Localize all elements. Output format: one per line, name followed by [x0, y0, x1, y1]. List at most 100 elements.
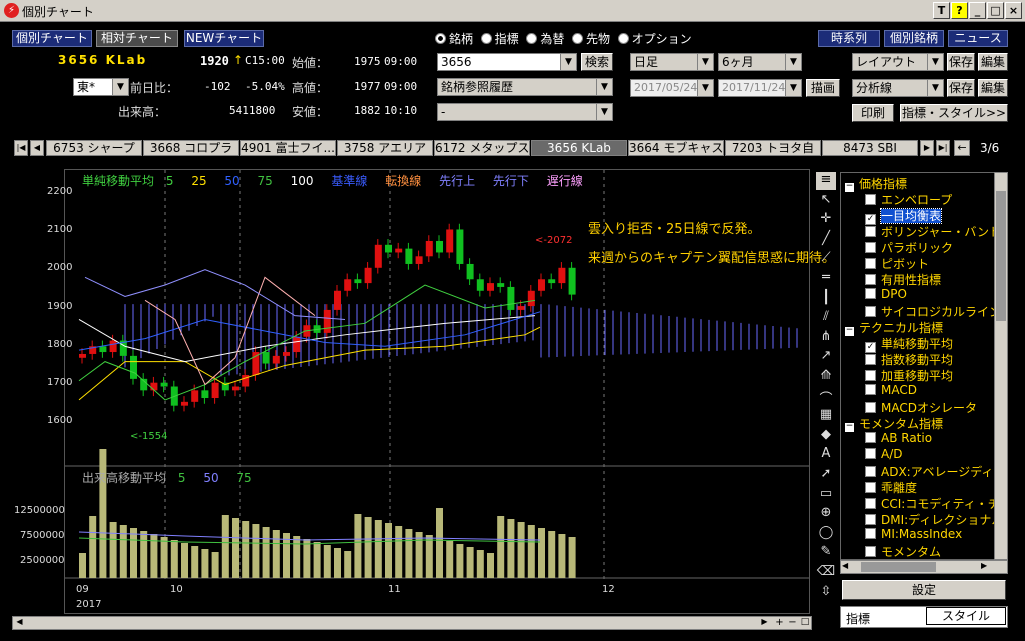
settings-button[interactable]: 設定: [842, 580, 1006, 600]
tab-individual-chart[interactable]: 個別チャート: [12, 30, 92, 47]
rect-tool-icon[interactable]: ▭: [816, 486, 836, 504]
tree-item[interactable]: CCI:コモディティ・チャ: [865, 495, 1007, 511]
checkbox[interactable]: [865, 226, 876, 237]
channel-tool-icon[interactable]: ⫽: [816, 309, 836, 327]
tab-new-chart[interactable]: NEWチャート: [184, 30, 264, 47]
radio-index[interactable]: 指標: [480, 32, 519, 46]
search-button[interactable]: 検索: [581, 53, 613, 71]
from-date[interactable]: 2017/05/24 ▼: [630, 79, 714, 97]
cross-tool-icon[interactable]: ✛: [816, 211, 836, 229]
measure-tool-icon[interactable]: ⇳: [816, 584, 836, 602]
ellipse-tool-icon[interactable]: ◯: [816, 525, 836, 543]
history-select[interactable]: 銘柄参照履歴 ▼: [437, 78, 613, 96]
collapse-icon[interactable]: −: [845, 326, 854, 336]
tree-item[interactable]: 加重移動平均: [865, 367, 953, 383]
checkbox[interactable]: [865, 546, 876, 557]
stock-tab[interactable]: 4901 富士フイ...: [240, 140, 336, 156]
arrow-tool-icon[interactable]: ➚: [816, 466, 836, 484]
tree-item[interactable]: モメンタム: [865, 543, 941, 559]
checkbox[interactable]: [865, 466, 876, 477]
indicator-style-button[interactable]: 指標・スタイル>>: [900, 104, 1008, 122]
tree-category[interactable]: − モメンタム指標: [845, 415, 943, 432]
trend-tool-icon[interactable]: ↗: [816, 348, 836, 366]
hline-tool-icon[interactable]: ═: [816, 270, 836, 288]
line-tool-icon[interactable]: ╱: [816, 231, 836, 249]
tree-item[interactable]: 指数移動平均: [865, 351, 953, 367]
zoom-in-icon[interactable]: +: [773, 617, 786, 629]
fib-tool-icon[interactable]: ⋔: [816, 329, 836, 347]
ray-tool-icon[interactable]: ⟋: [816, 250, 836, 268]
stock-tab[interactable]: 6753 シャープ: [46, 140, 142, 156]
individual-stock-button[interactable]: 個別銘柄: [884, 30, 944, 47]
checkbox[interactable]: [865, 370, 876, 381]
tree-item[interactable]: MACDオシレータ: [865, 399, 977, 415]
collapse-icon[interactable]: −: [845, 182, 854, 192]
radio-stock[interactable]: 銘柄: [435, 32, 473, 46]
checkbox[interactable]: [865, 498, 876, 509]
checkbox[interactable]: [865, 528, 876, 539]
tree-item[interactable]: パラボリック: [865, 239, 953, 255]
tab-indicator[interactable]: 指標: [846, 610, 870, 627]
scroll-right-icon[interactable]: ▶: [981, 561, 987, 570]
layout-save-button[interactable]: 保存: [947, 53, 975, 71]
tree-item[interactable]: DMI:ディレクショナル: [865, 511, 1003, 527]
news-button[interactable]: ニュース: [948, 30, 1008, 47]
layout-select[interactable]: レイアウト ▼: [852, 53, 944, 71]
scroll-right-icon[interactable]: ▶: [758, 617, 771, 629]
tree-item[interactable]: 乖離度: [865, 479, 917, 495]
fit-icon[interactable]: □: [799, 617, 811, 629]
zoom-tool-icon[interactable]: ⊕: [816, 505, 836, 523]
scroll-left-icon[interactable]: ◀: [13, 617, 26, 629]
checkbox[interactable]: [865, 402, 876, 413]
grid-tool-icon[interactable]: ▦: [816, 407, 836, 425]
tab-style[interactable]: スタイル: [926, 607, 1006, 625]
tree-scrollbar[interactable]: [994, 172, 1008, 560]
tree-item[interactable]: ✓ 単純移動平均: [865, 335, 953, 353]
scroll-left-icon[interactable]: ◀: [842, 561, 848, 570]
timeseries-button[interactable]: 時系列: [818, 30, 880, 47]
search-input[interactable]: 3656 ▼: [437, 53, 577, 71]
arc-tool-icon[interactable]: ⌒: [816, 388, 836, 407]
menu-tool-icon[interactable]: ≡: [816, 172, 836, 190]
radio-futures[interactable]: 先物: [571, 32, 610, 46]
tree-hscrollbar[interactable]: ◀ ▶: [840, 560, 1008, 574]
back-arrow-icon[interactable]: ←: [954, 140, 970, 156]
eraser-tool-icon[interactable]: ⌫: [816, 564, 836, 582]
stock-tab[interactable]: 6172 メタップス: [434, 140, 530, 156]
checkbox[interactable]: [865, 384, 876, 395]
tree-category[interactable]: − テクニカル指標: [845, 319, 943, 336]
tab-relative-chart[interactable]: 相対チャート: [96, 30, 178, 47]
stock-tab[interactable]: 3664 モブキャス: [628, 140, 724, 156]
print-button[interactable]: 印刷: [852, 104, 894, 122]
text-tool-icon[interactable]: A: [816, 446, 836, 464]
checkbox[interactable]: [865, 194, 876, 205]
checkbox[interactable]: [865, 274, 876, 285]
tree-item[interactable]: MACD: [865, 383, 917, 399]
analysis-select[interactable]: 分析線 ▼: [852, 79, 944, 97]
tree-item[interactable]: AB Ratio: [865, 431, 932, 447]
tree-item[interactable]: ✓ 一目均衡表: [865, 207, 943, 225]
exchange-select[interactable]: 東* ▼: [73, 78, 129, 96]
tree-item[interactable]: ピボット: [865, 255, 929, 271]
last-icon[interactable]: ▶|: [936, 140, 950, 156]
stock-tab-active[interactable]: 3656 KLab: [531, 140, 627, 156]
maximize-button[interactable]: □: [987, 2, 1004, 19]
scroll-thumb[interactable]: [861, 562, 936, 572]
close-button[interactable]: ×: [1005, 2, 1022, 19]
checkbox[interactable]: [865, 258, 876, 269]
checkbox[interactable]: [865, 514, 876, 525]
radio-fx[interactable]: 為替: [526, 32, 564, 46]
vline-tool-icon[interactable]: ┃: [816, 290, 836, 308]
collapse-icon[interactable]: −: [845, 422, 854, 432]
next-icon[interactable]: ▶: [920, 140, 934, 156]
interval-select[interactable]: 日足 ▼: [630, 53, 714, 71]
t-button[interactable]: T: [933, 2, 950, 19]
tree-item[interactable]: 有用性指標: [865, 271, 941, 287]
draw-button[interactable]: 描画: [806, 79, 840, 97]
checkbox[interactable]: [865, 482, 876, 493]
fan-tool-icon[interactable]: ⟰: [816, 368, 836, 386]
checkbox[interactable]: [865, 354, 876, 365]
marker-tool-icon[interactable]: ◆: [816, 427, 836, 445]
tree-item[interactable]: ボリンジャー・バンド: [865, 223, 1001, 239]
checkbox[interactable]: [865, 448, 876, 459]
